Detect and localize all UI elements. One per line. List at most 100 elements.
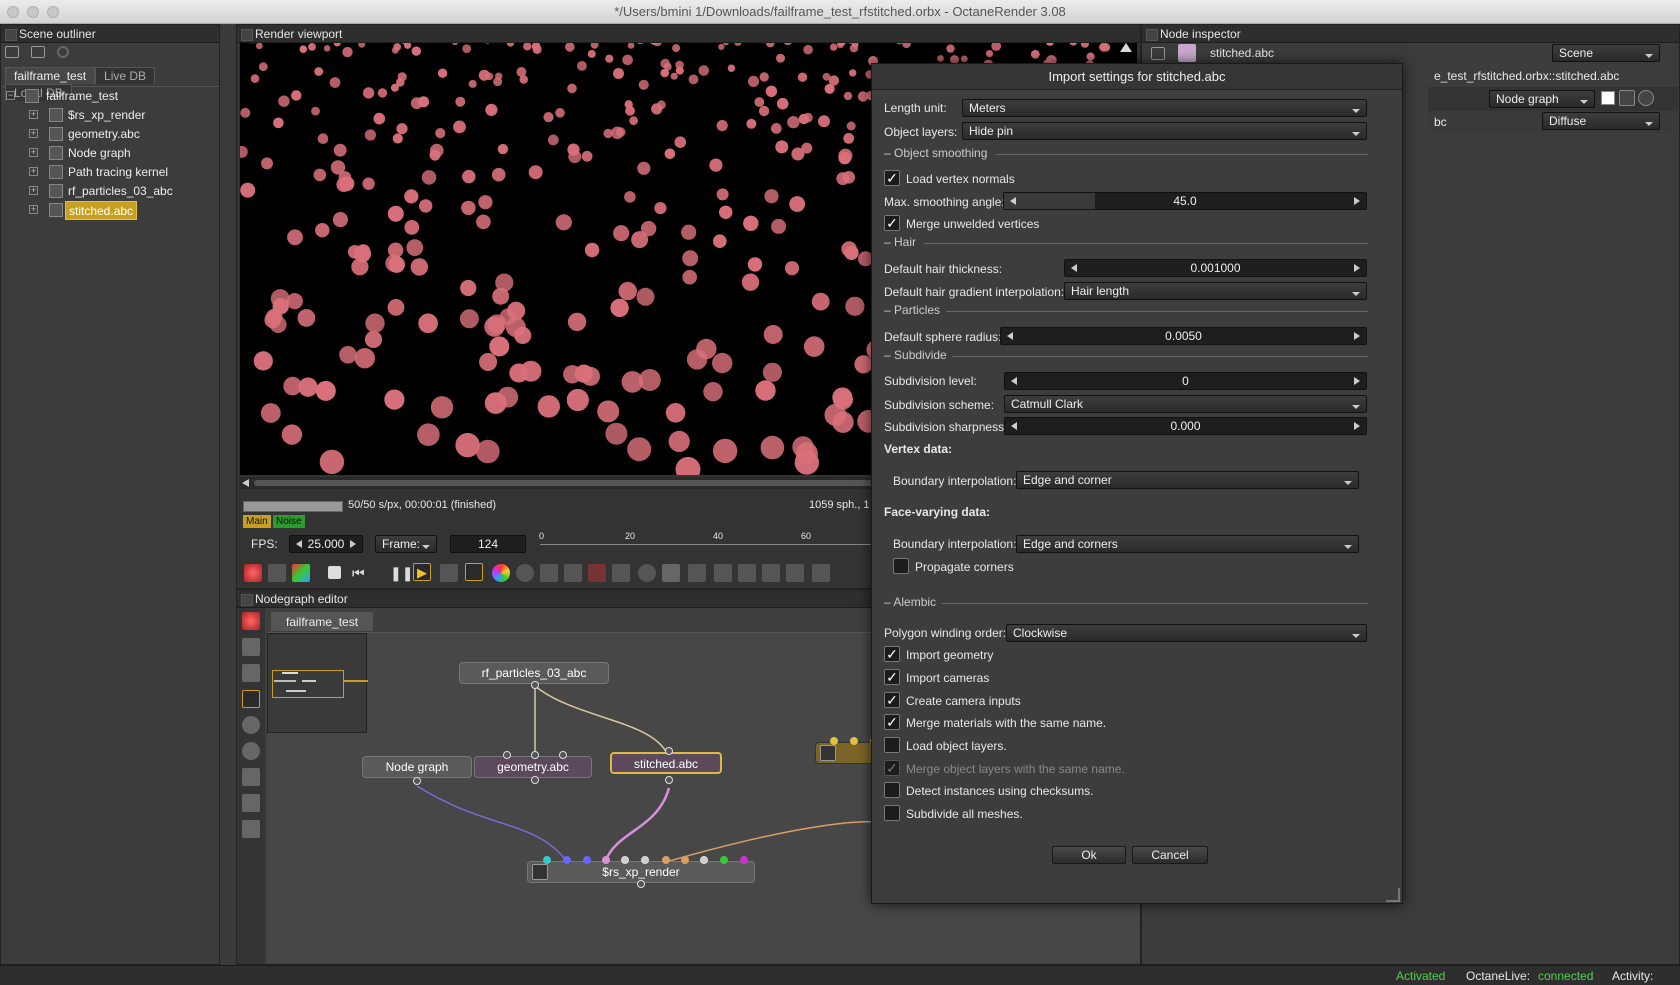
node-output-pin[interactable] [531,681,539,689]
export-passes-icon[interactable] [786,564,804,582]
face-boundary-dropdown[interactable]: Edge and corners [1016,535,1359,553]
node-input-pin[interactable] [559,751,567,759]
winding-order-dropdown[interactable]: Clockwise [1006,624,1367,642]
subdivision-level-slider[interactable]: 0 [1004,372,1367,390]
tree-item-path-tracing-kernel[interactable]: Path tracing kernel [68,163,168,182]
rotate-icon[interactable] [516,564,534,582]
node-input-pin[interactable] [602,856,610,864]
propagate-corners-checkbox[interactable] [893,558,909,574]
node-input-pin[interactable] [720,856,728,864]
node-input-pin[interactable] [583,856,591,864]
color-picker-icon[interactable] [492,564,510,582]
noise-pass-badge[interactable]: Noise [273,515,305,528]
tree-item-stitched-abc-selected[interactable]: stitched.abc [65,201,138,220]
import-cameras-checkbox[interactable]: ✓ [884,669,900,685]
node-input-pin[interactable] [830,737,838,745]
clipboard-icon[interactable] [714,564,732,582]
scroll-left-icon[interactable] [242,479,249,487]
hair-thickness-slider[interactable]: 0.001000 [1064,259,1367,277]
expand-toggle-icon[interactable]: + [29,148,38,157]
tree-item-rf-particles[interactable]: rf_particles_03_abc [68,182,173,201]
import-geometry-checkbox[interactable]: ✓ [884,646,900,662]
copy-icon[interactable] [762,564,780,582]
minimize-window-button[interactable] [27,6,39,18]
subdivide-all-checkbox[interactable] [884,805,900,821]
merge-object-layers-checkbox[interactable]: ✓ [884,760,900,776]
max-smoothing-angle-slider[interactable]: 45.0 [1003,192,1367,210]
play-icon[interactable]: ▶ [413,563,431,581]
node-input-pin[interactable] [700,856,708,864]
rewind-icon[interactable]: ⏮ [352,564,370,582]
vertex-boundary-dropdown[interactable]: Edge and corner [1016,471,1359,489]
pause-icon[interactable]: ❚❚ [390,564,413,582]
load-vertex-normals-checkbox[interactable]: ✓ [884,170,900,186]
zoom-icon[interactable] [638,564,656,582]
create-camera-inputs-checkbox[interactable]: ✓ [884,692,900,708]
hair-interpolation-dropdown[interactable]: Hair length [1064,282,1367,300]
tree-item-geometry-abc[interactable]: geometry.abc [68,125,140,144]
inspector-material-dropdown[interactable]: Diffuse [1542,112,1660,130]
node-stitched-abc[interactable]: stitched.abc [610,752,722,774]
lock-icon[interactable] [688,564,706,582]
node-input-pin[interactable] [503,751,511,759]
pin-node-icon[interactable] [1151,47,1165,60]
node-input-pin[interactable] [621,856,629,864]
pick-material-icon[interactable] [564,564,582,582]
expand-toggle-icon[interactable]: + [29,129,38,138]
tab-failframe-test[interactable]: failframe_test [5,67,96,84]
expand-toggle-icon[interactable]: + [29,167,38,176]
object-layers-dropdown[interactable]: Hide pin [962,122,1367,140]
node-output-pin[interactable] [413,777,421,785]
node-input-pin[interactable] [740,856,748,864]
color-swatch[interactable] [1601,91,1615,105]
save-render-icon[interactable] [738,564,756,582]
inspector-nodegraph-dropdown[interactable]: Node graph [1489,90,1595,108]
inspector-scene-dropdown[interactable]: Scene [1552,44,1660,62]
node-output-pin[interactable] [637,880,645,888]
camera-link-icon[interactable] [268,564,286,582]
subdivision-sharpness-slider[interactable]: 0.000 [1004,417,1367,435]
film-region-icon[interactable] [662,564,680,582]
detect-instances-checkbox[interactable] [884,782,900,798]
region-icon[interactable] [612,564,630,582]
node-geometry-abc[interactable]: geometry.abc [474,756,592,778]
expand-toggle-icon[interactable]: + [29,110,38,119]
pick-object-icon[interactable] [588,564,606,582]
expand-toggle-icon[interactable]: + [29,205,38,214]
render-reset-icon[interactable] [244,564,262,582]
collapse-all-icon[interactable] [31,46,45,58]
node-input-pin[interactable] [850,737,858,745]
load-object-layers-checkbox[interactable] [884,737,900,753]
scroll-up-icon[interactable] [1120,40,1132,52]
close-window-button[interactable] [7,6,19,18]
tab-live-db[interactable]: Live DB [95,67,156,84]
node-input-pin[interactable] [665,747,673,755]
fps-field[interactable]: 25.000 [289,535,363,553]
frame-field[interactable]: 124 [450,535,526,553]
node-input-pin[interactable] [662,856,670,864]
node-input-pin[interactable] [543,856,551,864]
refresh-icon[interactable] [57,46,69,58]
stop-icon[interactable] [328,566,341,579]
denoise-icon[interactable] [812,564,830,582]
frame-dropdown[interactable]: Frame: [375,535,437,553]
main-pass-badge[interactable]: Main [243,515,271,528]
node-input-pin[interactable] [563,856,571,864]
node-input-pin[interactable] [641,856,649,864]
merge-unwelded-checkbox[interactable]: ✓ [884,215,900,231]
color-cube-icon[interactable] [292,564,310,582]
length-unit-dropdown[interactable]: Meters [962,99,1367,117]
cancel-button[interactable]: Cancel [1132,846,1208,864]
ok-button[interactable]: Ok [1052,846,1126,864]
sphere-radius-slider[interactable]: 0.0050 [1000,327,1367,345]
merge-materials-checkbox[interactable]: ✓ [884,714,900,730]
visibility-icon[interactable] [1638,90,1654,106]
node-node-graph[interactable]: Node graph [362,756,472,778]
expand-all-icon[interactable] [5,46,19,58]
node-output-pin[interactable] [531,776,539,784]
zoom-window-button[interactable] [47,6,59,18]
collapse-toggle-icon[interactable]: − [6,91,15,100]
subdivision-scheme-dropdown[interactable]: Catmull Clark [1004,395,1367,413]
tree-root-failframe-test[interactable]: failframe_test [46,87,118,106]
expand-toggle-icon[interactable]: + [29,186,38,195]
